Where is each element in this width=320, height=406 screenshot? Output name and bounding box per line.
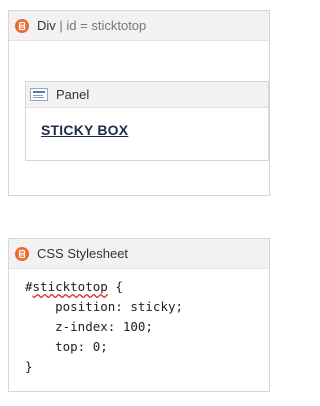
panel-header[interactable]: Panel [26,82,268,108]
lorem-ipsum-text-icon [30,88,48,101]
css-declaration: position: sticky; [25,299,184,314]
sticky-box-text[interactable]: STICKY BOX [41,122,128,138]
css-declaration: z-index: 100; [25,319,153,334]
css-block-title: CSS Stylesheet [37,246,129,261]
css-brace-close: } [25,359,33,374]
css-brace-open: { [107,279,123,294]
css-code-editor[interactable]: #sticktotop { position: sticky; z-index:… [25,277,183,377]
css-stylesheet-block[interactable]: CSS Stylesheet #sticktotop { position: s… [8,238,270,392]
block-settings-icon[interactable] [15,246,29,261]
div-block[interactable]: Div | id = sticktotop Panel STICKY BOX [8,10,270,196]
block-id-label: id = sticktotop [66,18,147,33]
panel-block[interactable]: Panel STICKY BOX [25,81,269,161]
block-settings-icon[interactable] [15,18,29,33]
header-separator: | [59,18,63,33]
div-block-header[interactable]: Div | id = sticktotop [9,11,269,41]
div-block-title: Div | id = sticktotop [37,18,146,33]
spellcheck-selector-name: sticktotop [32,279,108,294]
css-declaration: top: 0; [25,339,108,354]
block-type-label: Div [37,18,56,33]
css-block-header[interactable]: CSS Stylesheet [9,239,269,269]
panel-title: Panel [56,87,90,102]
css-selector: #sticktotop [25,279,108,294]
